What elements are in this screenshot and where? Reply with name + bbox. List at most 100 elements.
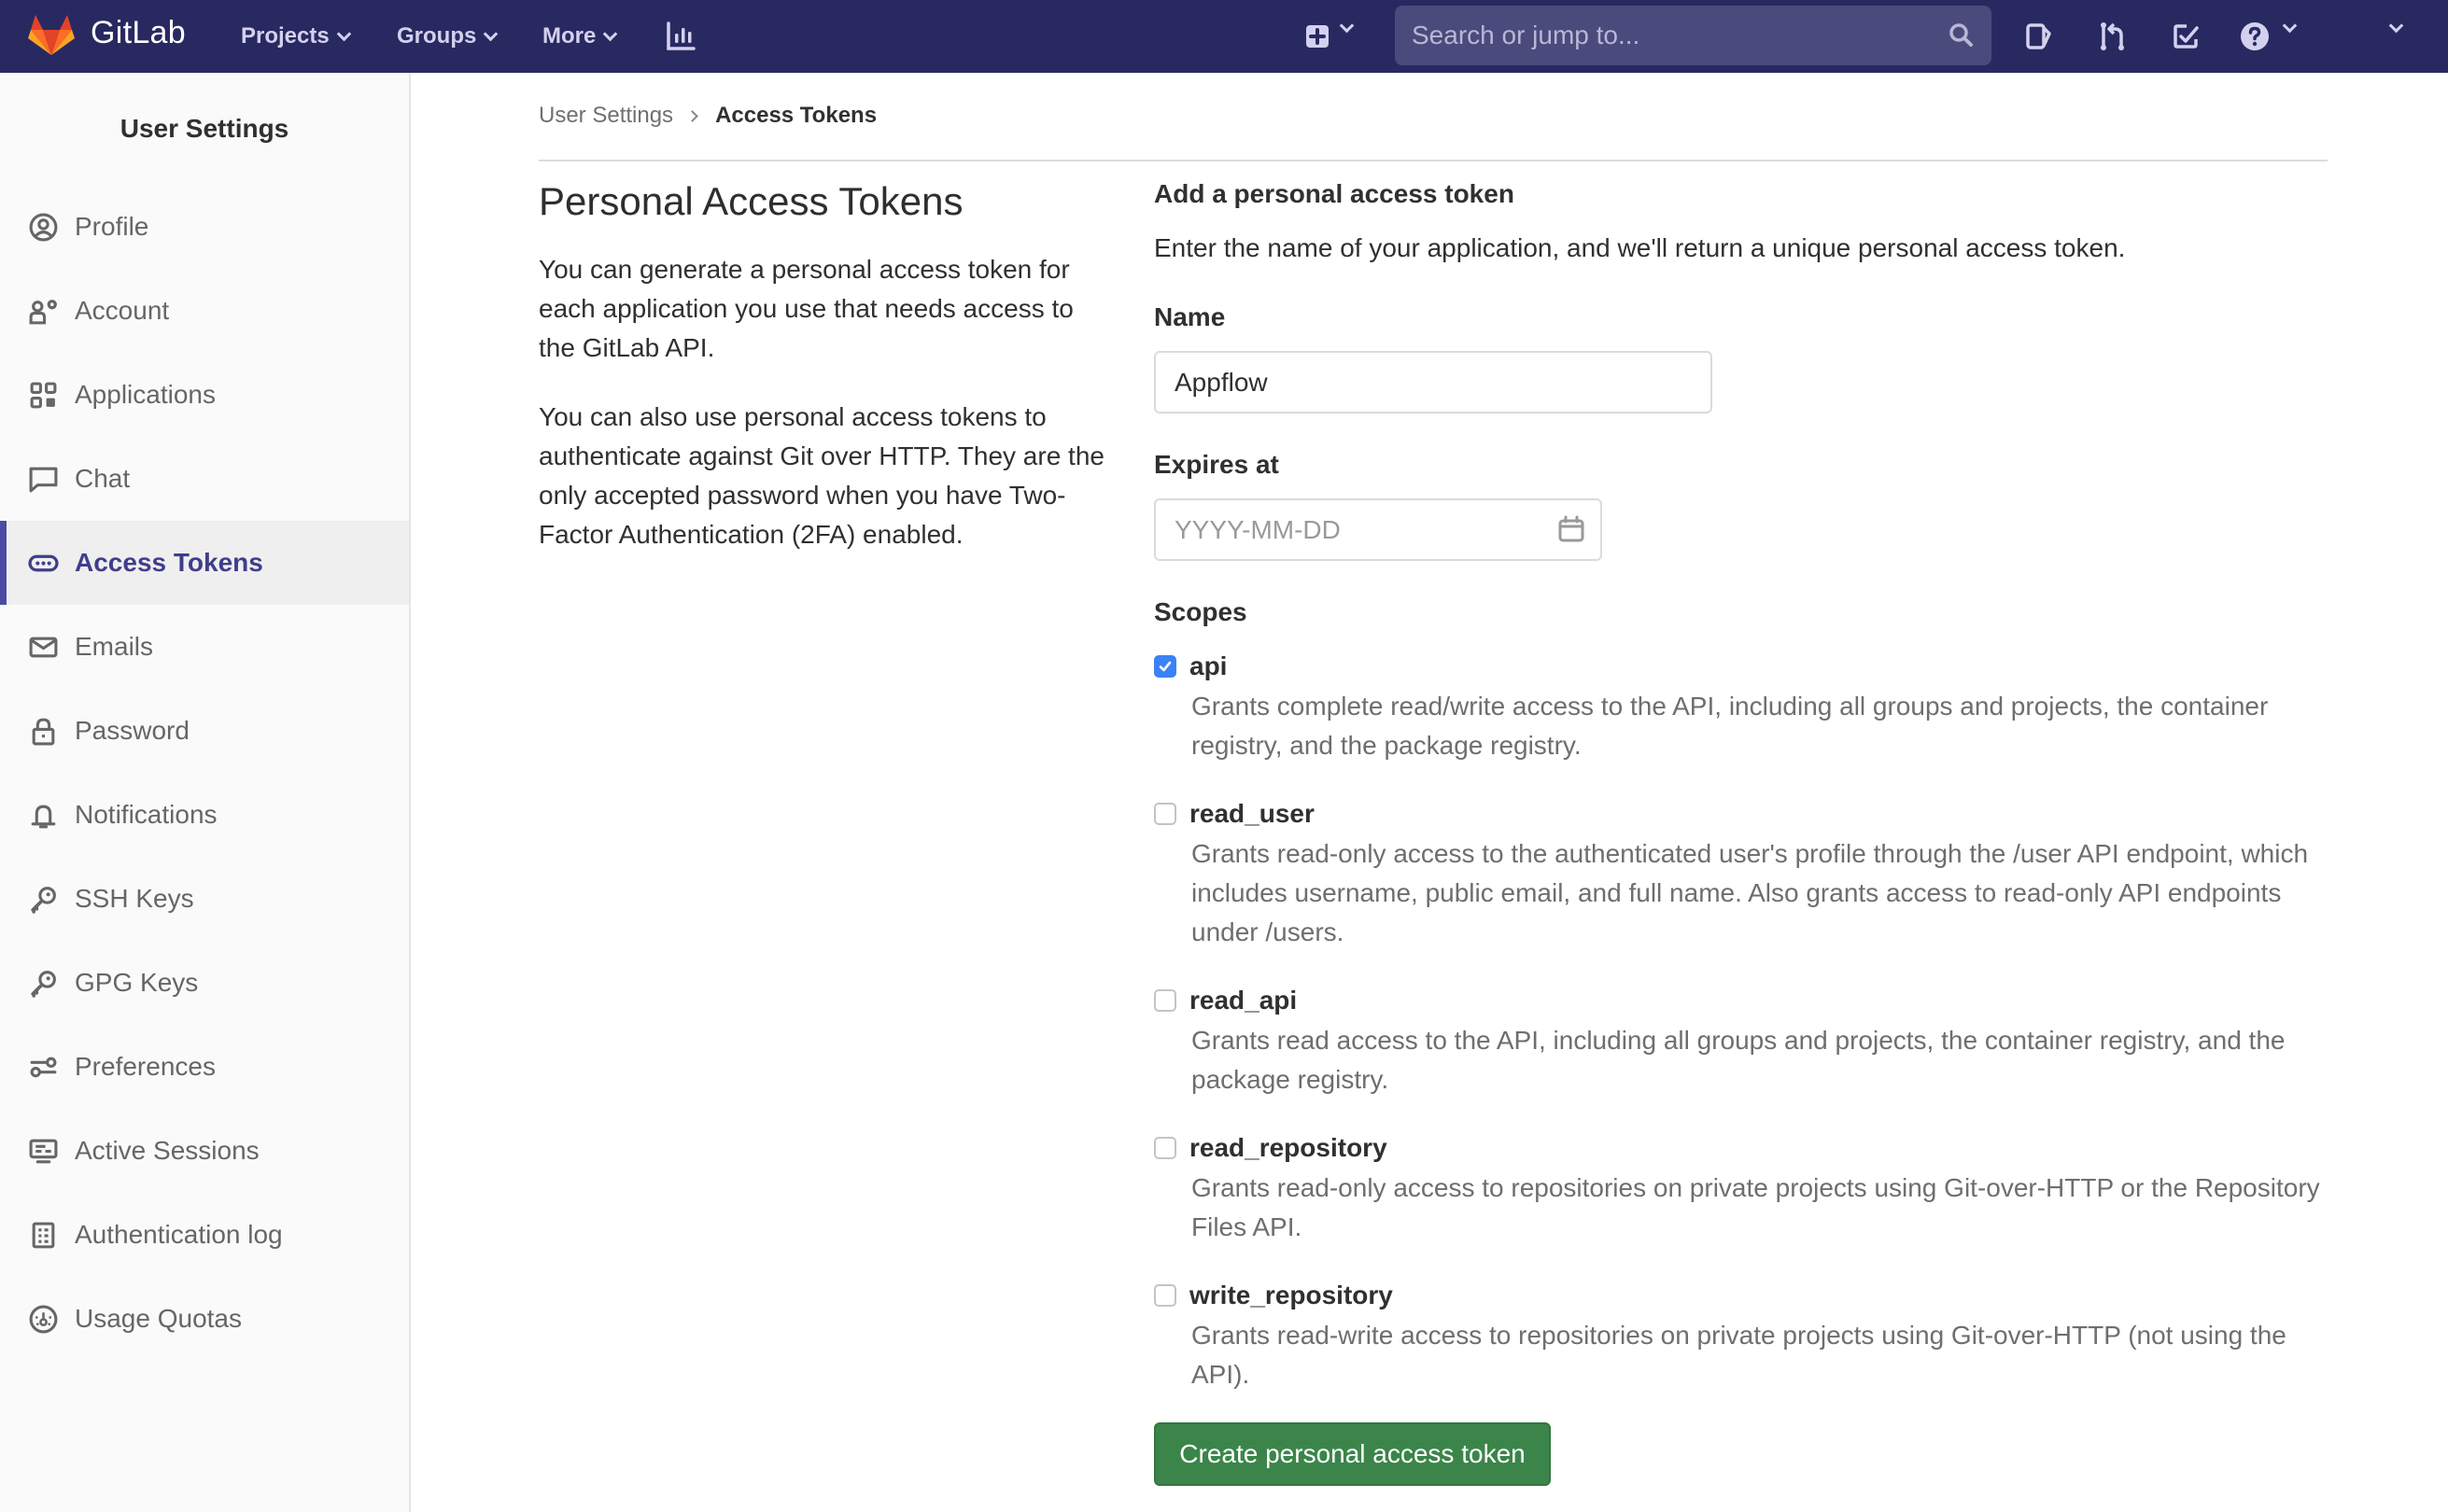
scope-name[interactable]: read_api — [1189, 986, 1297, 1015]
sidebar-item-label: Usage Quotas — [75, 1304, 242, 1333]
bell-icon — [31, 805, 56, 828]
sidebar-item-access-tokens[interactable]: Access Tokens — [0, 521, 409, 605]
nav-projects-label: Projects — [241, 23, 330, 49]
scope-api: api Grants complete read/write access to… — [1154, 646, 2330, 765]
activity-chart-button[interactable] — [663, 19, 698, 54]
form-title: Add a personal access token — [1154, 179, 1514, 208]
sidebar-item-label: Authentication log — [75, 1220, 283, 1249]
sidebar-item-label: Password — [75, 716, 190, 745]
sidebar-item-label: Notifications — [75, 800, 218, 829]
sidebar-item-label: Profile — [75, 212, 149, 241]
chat-icon — [29, 467, 58, 492]
token-icon — [28, 554, 59, 571]
sidebar-item-profile[interactable]: Profile — [0, 185, 409, 269]
merge-requests-button[interactable] — [2094, 19, 2130, 54]
scope-description: Grants read-only access to repositories … — [1191, 1173, 2320, 1241]
activity-chart-icon — [667, 21, 696, 50]
sidebar-item-password[interactable]: Password — [0, 689, 409, 773]
scope-name[interactable]: read_user — [1189, 799, 1315, 829]
top-navbar: GitLab Projects Groups More — [0, 0, 2448, 73]
name-label: Name — [1154, 302, 1226, 331]
mail-icon — [29, 637, 58, 657]
scope-name[interactable]: write_repository — [1189, 1281, 1393, 1310]
key-icon — [31, 886, 56, 914]
nav-groups-label: Groups — [397, 23, 477, 49]
sidebar-item-chat[interactable]: Chat — [0, 437, 409, 521]
calendar-icon[interactable] — [1557, 515, 1585, 543]
scope-description: Grants read-write access to repositories… — [1191, 1321, 2286, 1389]
nav-more-label: More — [542, 23, 597, 49]
intro-paragraph: You can generate a personal access token… — [539, 255, 1074, 362]
nav-groups[interactable]: Groups — [397, 21, 499, 52]
sidebar-title: User Settings — [120, 114, 289, 143]
settings-sidebar: User Settings Profile Account Applicatio… — [0, 73, 411, 1512]
scope-write-repository-checkbox[interactable] — [1154, 1284, 1176, 1307]
sidebar-item-label: Active Sessions — [75, 1136, 260, 1165]
sidebar-item-applications[interactable]: Applications — [0, 353, 409, 437]
breadcrumb-access-tokens[interactable]: Access Tokens — [715, 103, 877, 129]
lock-icon — [32, 718, 55, 745]
chevron-right-icon — [686, 109, 698, 122]
intro-paragraph: You can also use personal access tokens … — [539, 402, 1104, 549]
breadcrumb-user-settings[interactable]: User Settings — [539, 103, 673, 129]
brand-name[interactable]: GitLab — [91, 15, 186, 51]
quota-icon — [29, 1305, 58, 1333]
sidebar-item-label: Account — [75, 296, 170, 325]
expires-at-input[interactable] — [1154, 498, 1602, 561]
scope-read-api-checkbox[interactable] — [1154, 989, 1176, 1012]
sidebar-item-label: Chat — [75, 464, 131, 493]
scope-name[interactable]: read_repository — [1189, 1133, 1387, 1163]
sidebar-item-usage-quotas[interactable]: Usage Quotas — [0, 1277, 409, 1361]
sidebar-item-label: GPG Keys — [75, 968, 199, 997]
help-chevron-icon[interactable] — [2282, 18, 2298, 34]
scope-api-checkbox[interactable] — [1154, 655, 1176, 678]
scope-read-repository-checkbox[interactable] — [1154, 1137, 1176, 1159]
header-divider — [539, 160, 2328, 161]
nav-more[interactable]: More — [542, 21, 618, 52]
sidebar-item-gpg-keys[interactable]: GPG Keys — [0, 941, 409, 1025]
intro-section: Personal Access Tokens You can generate … — [539, 174, 1108, 584]
merge-request-icon — [2101, 22, 2124, 50]
new-item-chevron-icon[interactable] — [1339, 18, 1355, 34]
help-icon — [2241, 22, 2269, 50]
account-icon — [29, 299, 57, 324]
breadcrumb: User Settings Access Tokens — [539, 103, 877, 129]
issues-icon — [2026, 23, 2051, 49]
sidebar-item-label: Preferences — [75, 1052, 216, 1081]
sidebar-item-label: Access Tokens — [75, 548, 263, 577]
chevron-down-icon — [336, 26, 351, 41]
help-button[interactable] — [2237, 19, 2272, 54]
nav-projects[interactable]: Projects — [241, 21, 351, 52]
search-input[interactable] — [1412, 21, 1949, 50]
todo-icon — [2174, 24, 2199, 49]
check-icon — [1159, 661, 1172, 672]
todos-button[interactable] — [2168, 19, 2203, 54]
profile-icon — [29, 213, 58, 241]
sidebar-item-account[interactable]: Account — [0, 269, 409, 353]
gitlab-logo-icon[interactable] — [28, 13, 75, 56]
expires-date-field[interactable] — [1154, 498, 1602, 561]
sidebar-item-ssh-keys[interactable]: SSH Keys — [0, 857, 409, 941]
token-name-input[interactable] — [1154, 351, 1712, 413]
global-search[interactable] — [1395, 6, 1991, 65]
create-token-button[interactable]: Create personal access token — [1154, 1422, 1551, 1486]
scope-name[interactable]: api — [1189, 651, 1227, 681]
sidebar-item-preferences[interactable]: Preferences — [0, 1025, 409, 1109]
new-item-button[interactable] — [1300, 19, 1335, 54]
scopes-label: Scopes — [1154, 597, 1247, 626]
sidebar-item-authentication-log[interactable]: Authentication log — [0, 1193, 409, 1277]
form-description: Enter the name of your application, and … — [1154, 233, 2126, 262]
sidebar-item-emails[interactable]: Emails — [0, 605, 409, 689]
page-title: Personal Access Tokens — [539, 179, 964, 223]
issues-button[interactable] — [2020, 19, 2056, 54]
chevron-down-icon — [484, 26, 499, 41]
scope-read-user-checkbox[interactable] — [1154, 803, 1176, 825]
user-menu-chevron-icon[interactable] — [2388, 18, 2404, 34]
scope-description: Grants complete read/write access to the… — [1191, 692, 2269, 760]
scope-read-user: read_user Grants read-only access to the… — [1154, 793, 2330, 952]
scope-write-repository: write_repository Grants read-write acces… — [1154, 1275, 2330, 1394]
plus-square-icon — [1306, 25, 1329, 48]
sidebar-item-active-sessions[interactable]: Active Sessions — [0, 1109, 409, 1193]
sidebar-item-notifications[interactable]: Notifications — [0, 773, 409, 857]
applications-icon — [30, 382, 57, 408]
